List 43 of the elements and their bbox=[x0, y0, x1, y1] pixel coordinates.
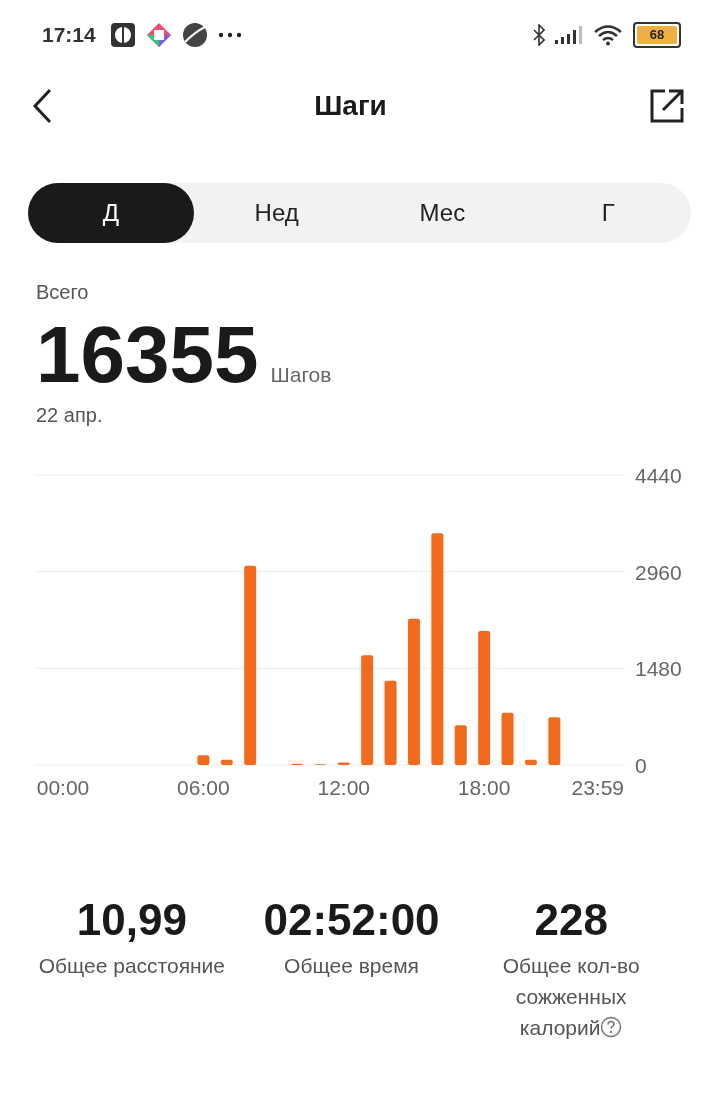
y-axis-label: 0 bbox=[635, 754, 647, 777]
x-axis-label: 23:59 bbox=[571, 776, 625, 799]
total-label: Всего bbox=[36, 281, 89, 304]
period-tab[interactable]: Мес bbox=[359, 183, 526, 243]
period-tab[interactable]: Г bbox=[525, 183, 691, 243]
y-axis-label: 1480 bbox=[635, 657, 682, 681]
period-tab[interactable]: Д bbox=[28, 183, 194, 243]
stat-label: Общее расстояние bbox=[38, 953, 226, 979]
share-icon[interactable] bbox=[649, 88, 685, 124]
x-axis-label: 06:00 bbox=[177, 776, 230, 799]
steps-unit: Шагов bbox=[270, 363, 332, 387]
wifi-icon bbox=[593, 24, 623, 46]
bluetooth-icon bbox=[533, 24, 545, 46]
date-label: 22 апр. bbox=[36, 404, 103, 427]
stat-label: Общее время bbox=[284, 953, 419, 979]
period-tab[interactable]: Нед bbox=[193, 183, 360, 243]
bar bbox=[197, 755, 210, 765]
bar bbox=[501, 712, 514, 765]
stat-value: 228 bbox=[534, 894, 608, 946]
stat-value: 10,99 bbox=[76, 894, 187, 946]
app-icon bbox=[145, 22, 172, 48]
stat-label: Общее кол-во сожженных калорий bbox=[501, 953, 641, 1041]
total-steps: 16355 bbox=[36, 310, 259, 400]
signal-icon bbox=[555, 26, 583, 44]
bar bbox=[220, 759, 233, 765]
y-axis-label: 4440 bbox=[635, 464, 682, 487]
status-time: 17:14 bbox=[42, 23, 96, 47]
x-axis-label: 18:00 bbox=[457, 776, 511, 799]
bar bbox=[454, 725, 467, 765]
y-axis-label: 2960 bbox=[635, 560, 682, 584]
back-icon[interactable] bbox=[32, 88, 52, 124]
bar bbox=[337, 762, 350, 765]
more-icon bbox=[217, 32, 242, 38]
bar bbox=[524, 759, 537, 765]
help-icon[interactable] bbox=[600, 1016, 623, 1038]
bar bbox=[548, 717, 561, 765]
battery-indicator: 68 bbox=[633, 22, 681, 48]
planet-icon bbox=[181, 22, 208, 48]
stat-value: 02:52:00 bbox=[263, 894, 440, 946]
x-axis-label: 00:00 bbox=[36, 776, 90, 799]
page-title: Шаги bbox=[314, 90, 387, 122]
app-icon bbox=[109, 22, 136, 48]
x-axis-label: 12:00 bbox=[317, 776, 371, 799]
